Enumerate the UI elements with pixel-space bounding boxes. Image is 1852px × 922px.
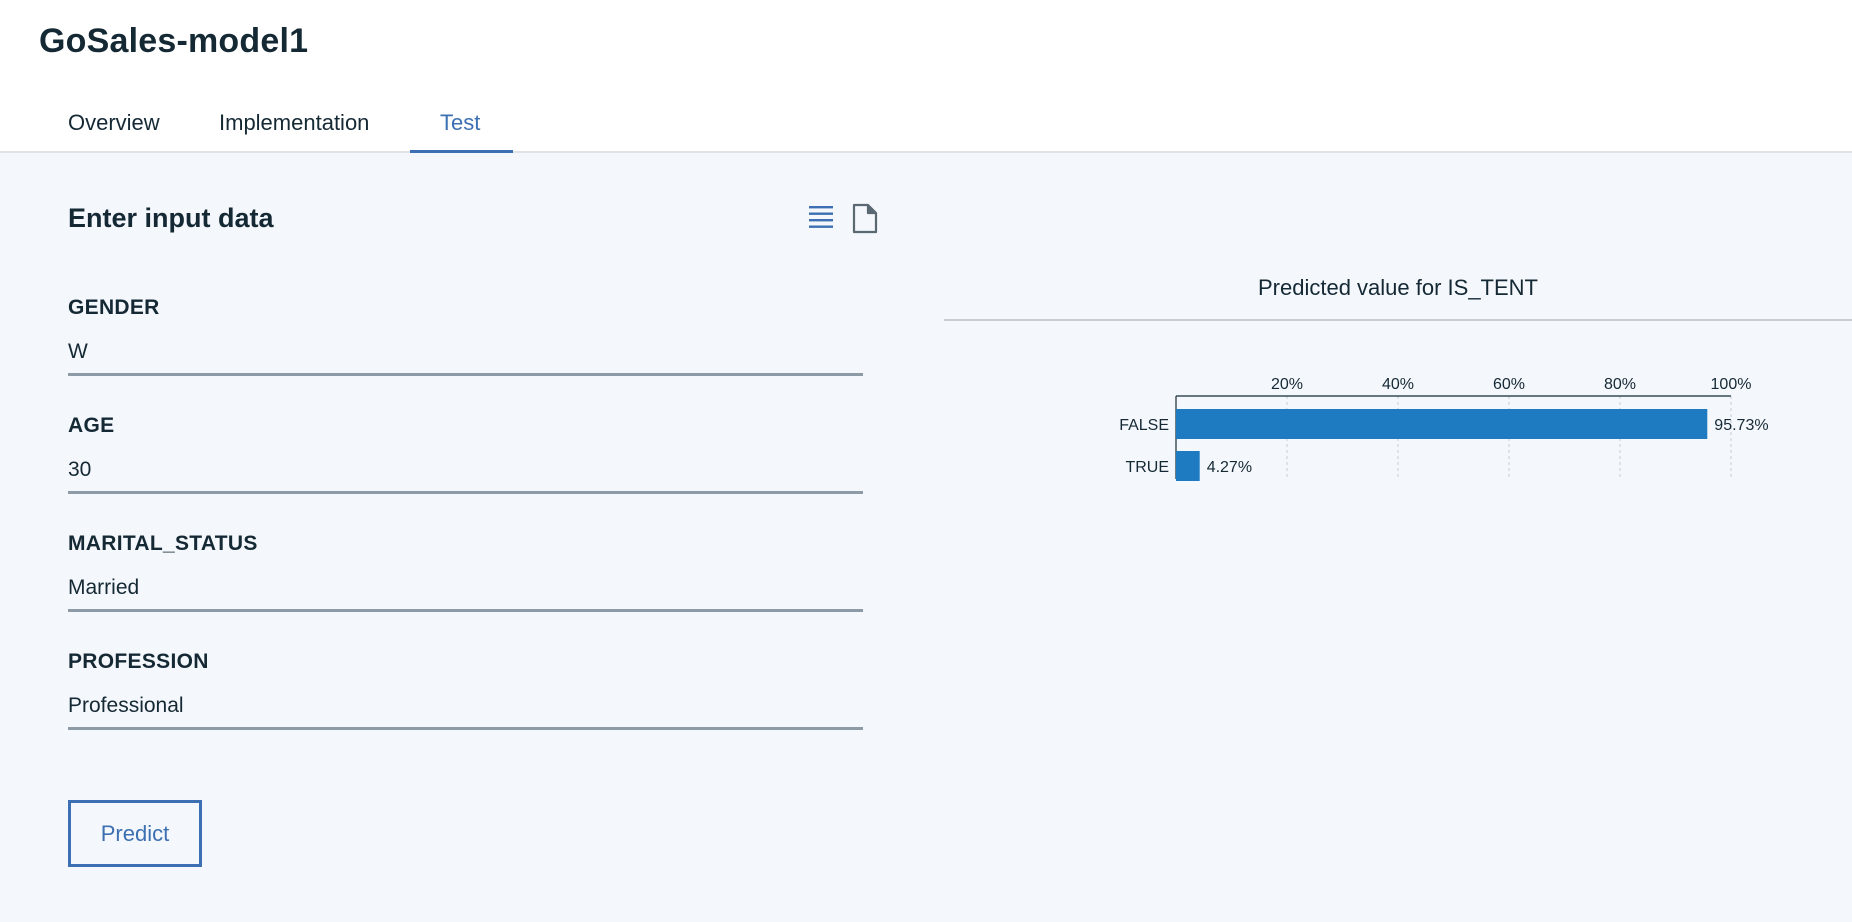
chart-tick-label: 60% (1493, 376, 1525, 393)
chart-category-label: TRUE (1125, 459, 1169, 476)
chart-tick-label: 40% (1382, 376, 1414, 393)
chart-tick-label: 20% (1271, 376, 1303, 393)
chart-tick-label: 80% (1604, 376, 1636, 393)
chart-tick-label: 100% (1711, 376, 1752, 393)
chart-bar (1176, 451, 1200, 481)
chart-bar (1176, 409, 1708, 439)
chart-data-label: 95.73% (1714, 417, 1768, 434)
prediction-chart: 20% 40% 60% 80% 100% FALSE 95.73% TRUE 4.27% (1119, 376, 1769, 481)
chart-category-label: FALSE (1119, 417, 1169, 434)
chart-data-label: 4.27% (1207, 459, 1252, 476)
